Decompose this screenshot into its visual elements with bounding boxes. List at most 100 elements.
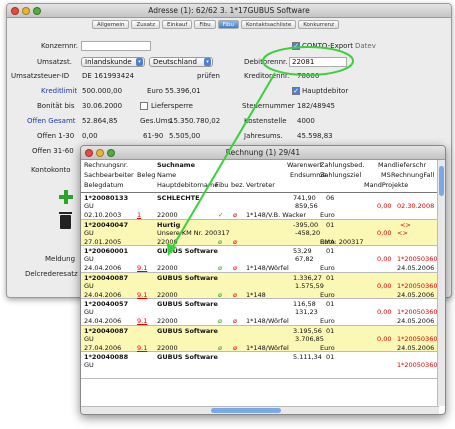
euro-label: Euro (147, 87, 163, 95)
kostenstelle-label: Kostenstelle (244, 117, 287, 125)
cell-invoice-number: 1*20080133 (84, 194, 129, 202)
col-warenwert[interactable]: Warenwert (287, 161, 322, 169)
kostenstelle-value[interactable]: 4000 (297, 117, 315, 125)
table-row[interactable]: 1*20040087 GUBUS Software 3.195,56 01 GU 3.70… (81, 325, 439, 352)
table-row[interactable]: 1*20040057 GUBUS Software 116,58 01 GU 131,23… (81, 299, 439, 326)
col-rechnungsnr[interactable]: Rechnungsnr. (84, 161, 128, 169)
cell-bez-status: ø (233, 264, 237, 272)
add-icon[interactable] (59, 190, 73, 204)
col-name[interactable]: Name (157, 171, 176, 179)
kreditoren-value[interactable]: 78000 (297, 72, 319, 80)
table-row[interactable]: 1*20040047 Hurtig -395,00 01 <> GU Unsere KM N… (81, 219, 439, 246)
minimize-button[interactable] (22, 7, 30, 15)
delcredere-label: Delcrederesatz (25, 270, 78, 278)
window-title: Adresse (1): 62/62 3. 1*17GUBUS Software (148, 6, 310, 15)
cell-amount-red: 0,00 (377, 281, 392, 290)
window-controls (11, 7, 41, 15)
zoom-button[interactable] (107, 149, 115, 157)
tab-zusatz[interactable]: Zusatz (131, 20, 160, 29)
scroll-thumb[interactable] (211, 408, 281, 413)
cell-suchname: Hurtig (157, 220, 181, 229)
tab-einkauf[interactable]: Einkauf (162, 20, 193, 29)
cell-name: Unsere KM Nr. 200317 (157, 228, 230, 237)
offen-gesamt-label[interactable]: Offen Gesamt (27, 117, 76, 125)
tab-konkurrenz[interactable]: Konkurrenz (298, 20, 339, 29)
land-select[interactable]: Deutschland ▾ (149, 57, 213, 67)
cell-belegdatum: 24.04.2006 (84, 317, 122, 325)
konzernnr-field[interactable] (81, 41, 151, 51)
close-button[interactable] (11, 7, 19, 15)
conto-export-checkbox[interactable]: ✓ (292, 42, 300, 50)
zoom-button[interactable] (33, 7, 41, 15)
offen130-value: 0,00 (82, 132, 98, 140)
cell-endsumme: 67,82 (295, 255, 314, 263)
jahresums-value: 45.598,83 (297, 132, 333, 140)
cell-currency: Euro (320, 211, 335, 219)
col-ms[interactable]: MS (381, 171, 391, 179)
cell-fibu-status: ø (218, 237, 222, 246)
col-suchname[interactable]: Suchname (157, 161, 195, 169)
cell-endsumme: -458,20 (295, 228, 321, 237)
table-row[interactable]: 1*20080133 SCHLECHTE 741,90 06 GU 859,56 0,00 0… (81, 193, 439, 220)
col-belegdatum[interactable]: Belegdatum (84, 181, 124, 189)
col-zahlungsziel[interactable]: Zahlungsziel (320, 171, 361, 179)
cell-zahlungsbed: 01 (326, 353, 335, 361)
offen130-label: Offen 1-30 (37, 132, 75, 140)
col-mandlieferschr[interactable]: Mandlieferschr (378, 161, 426, 169)
close-button[interactable] (85, 149, 93, 157)
col-hauptdebitorname[interactable]: Hauptdebitorname (157, 181, 218, 189)
trash-icon[interactable] (59, 212, 72, 229)
cell-amount-red: 0,00 (377, 255, 392, 263)
kreditlimit-value[interactable]: 500.000,00 (82, 87, 122, 95)
scroll-thumb[interactable] (439, 166, 444, 196)
col-vertreter[interactable]: Vertreter (246, 181, 275, 189)
cell-sachbearbeiter: GU (84, 228, 94, 237)
col-bez[interactable]: bez. (231, 181, 245, 189)
cell-projekt-date: 24.05.2006 (397, 264, 435, 272)
tab-fibu-1[interactable]: Fibu (194, 20, 216, 29)
debitor-field[interactable]: 22081 (289, 57, 347, 67)
cell-zahlungsbed: 01 (326, 300, 335, 308)
minimize-button[interactable] (96, 149, 104, 157)
hauptdebitor-checkbox[interactable]: ✓ (292, 87, 300, 95)
cell-hauptdebitor: 22000 (157, 317, 178, 325)
tab-kontakt[interactable]: Kontaktsachliste (240, 20, 297, 29)
ust-value[interactable]: DE 161993424 (82, 72, 134, 80)
window-controls (85, 149, 115, 157)
cell-vertreter: 1*148 (246, 290, 266, 299)
range-6190-label: 61-90 (143, 132, 164, 140)
cell-warenwert: 3.195,56 (293, 326, 322, 335)
col-mandprojekte[interactable]: MandProjekte (364, 181, 408, 189)
cell-sachbearbeiter: GU (84, 334, 94, 343)
tab-fibu-2[interactable]: Fibu (217, 20, 239, 29)
col-fibu[interactable]: Fibu (215, 181, 228, 189)
cell-hauptdebitor: 22000 (157, 264, 178, 272)
umsatzst-select[interactable]: Inlandskunde ▾ (81, 57, 145, 67)
cell-suchname: SCHLECHTE (157, 194, 200, 202)
horizontal-scrollbar[interactable] (81, 406, 439, 414)
steuer-value[interactable]: 182/48945 (297, 102, 335, 110)
liefersperre-checkbox[interactable] (140, 102, 148, 110)
cell-zahlungsbed: 06 (326, 194, 335, 202)
col-beleg[interactable]: Beleg (137, 171, 155, 179)
col-zahlungsbed[interactable]: Zahlungsbed. (320, 161, 364, 169)
table-row[interactable]: 1*20040088 GUBUS Software 5.111,34 01 GU 1*20… (81, 352, 439, 379)
cell-bez-status: ø (233, 343, 237, 352)
konzernnr-label: Konzernnr. (41, 42, 79, 50)
bonitaet-value[interactable]: 30.06.2000 (82, 102, 122, 110)
table-row[interactable]: 1*20040087 GUBUS Software 1.336,27 01 GU 1.57… (81, 272, 439, 299)
invoice-window-titlebar[interactable]: Rechnung (1) 29/41 (81, 146, 445, 160)
tab-allgemein[interactable]: Allgemein (92, 20, 130, 29)
bonitaet-label: Bonität bis (37, 102, 75, 110)
pruefen-button[interactable]: prüfen (197, 72, 220, 80)
col-sachbearbeiter[interactable]: Sachbearbeiter (84, 171, 134, 179)
cell-invoice-ref: 1*20050360 (397, 281, 438, 290)
cell-bez-status: ø (233, 211, 237, 219)
offen3160-label: Offen 31-60 (32, 147, 74, 155)
vertical-scrollbar[interactable] (437, 160, 445, 406)
table-row[interactable]: 1*20060001 GUBUS Software 53,29 01 GU 67,82 0,… (81, 246, 439, 273)
cell-endsumme: 859,56 (295, 202, 318, 210)
meldung-label: Meldung (45, 255, 76, 263)
col-rechnungfall[interactable]: RechnungFall (391, 171, 434, 179)
address-window-titlebar[interactable]: Adresse (1): 62/62 3. 1*17GUBUS Software (7, 4, 451, 18)
